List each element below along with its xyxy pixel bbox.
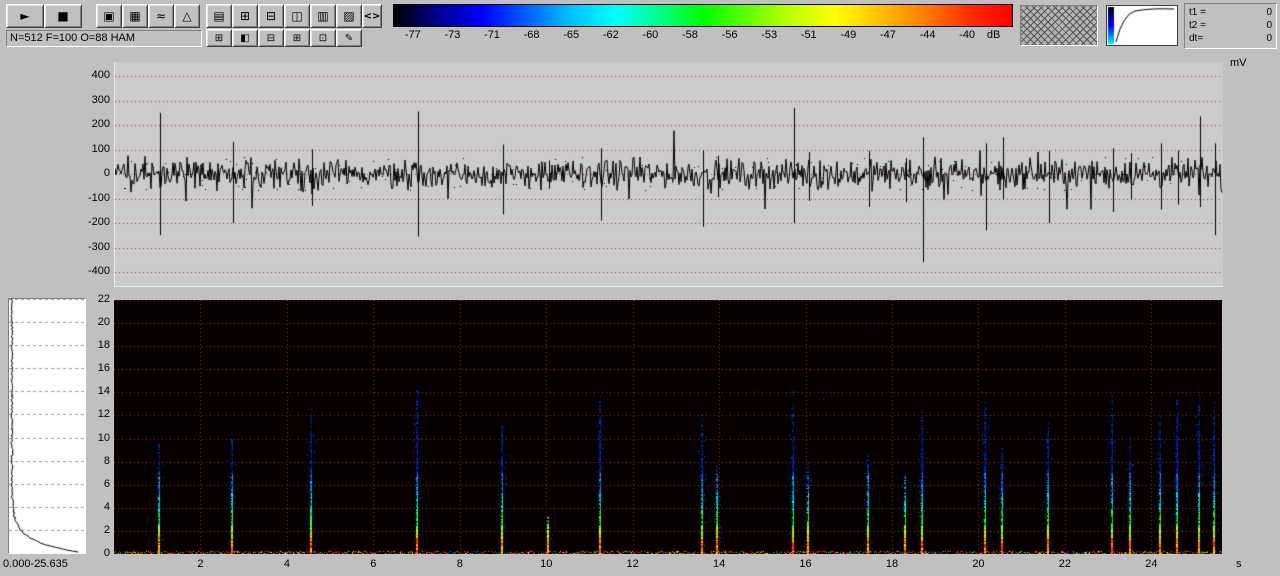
colorbar-tick: -71: [472, 29, 512, 41]
colorbar-tick: -53: [749, 29, 789, 41]
waveform-y-tick: -100: [64, 192, 110, 204]
open-file-button[interactable]: ▨: [336, 4, 362, 28]
time-readout-label: dt=: [1189, 32, 1203, 45]
waveform-y-tick: -200: [64, 216, 110, 228]
waveform-y-tick: 100: [64, 143, 110, 155]
spectrogram-y-tick: 6: [64, 478, 110, 490]
fft-settings-status: N=512 F=100 O=88 HAM: [6, 30, 202, 47]
spectrogram-y-tick: 14: [64, 385, 110, 397]
grid-layout-quad-button[interactable]: ⊞: [284, 29, 310, 47]
time-readout-value: 0: [1266, 19, 1272, 32]
colorbar-tick: -77: [393, 29, 433, 41]
time-readout-label: t2 =: [1189, 19, 1206, 32]
swap-channels-button[interactable]: <>: [362, 4, 382, 28]
colorbar-tick: -60: [631, 29, 671, 41]
save-button[interactable]: ▦: [122, 4, 148, 28]
waveform-y-tick: -300: [64, 241, 110, 253]
waveform-y-tick: 200: [64, 118, 110, 130]
time-readout-value: 0: [1266, 6, 1272, 19]
waveform-y-tick: 0: [64, 167, 110, 179]
spectrogram-y-tick: 20: [64, 316, 110, 328]
spectrogram-x-tick: 20: [966, 558, 990, 570]
spectrogram-y-tick: 2: [64, 524, 110, 536]
spectrogram-y-tick: 10: [64, 432, 110, 444]
spectrogram-x-tick: 12: [621, 558, 645, 570]
waveform-y-tick: 300: [64, 94, 110, 106]
time-readout-label: t1 =: [1189, 6, 1206, 19]
spectrogram-y-tick: 12: [64, 408, 110, 420]
vertical-split-button[interactable]: ◫: [284, 4, 310, 28]
spectrum-histogram-panel: [8, 298, 86, 554]
colorbar-tick: -51: [789, 29, 829, 41]
signal-view-button[interactable]: ≈: [148, 4, 174, 28]
spectrogram-y-tick: 18: [64, 339, 110, 351]
cascade-windows-button[interactable]: ▣: [96, 4, 122, 28]
colorbar-tick: -40: [947, 29, 987, 41]
time-range-label: 0.000-25.635: [3, 558, 68, 570]
spectrum-histogram-canvas: [9, 299, 85, 553]
grid-layout-bottom-button[interactable]: ⊟: [258, 29, 284, 47]
view-toolbar-group: ▤⊞⊟◫▥▨<>: [206, 4, 382, 28]
stop-button[interactable]: ■: [44, 4, 82, 28]
colorbar-tick: -58: [670, 29, 710, 41]
window-function-button[interactable]: △: [174, 4, 200, 28]
spectrogram-x-tick: 10: [534, 558, 558, 570]
grid-layout-full-button[interactable]: ⊞: [206, 29, 232, 47]
spectrogram-x-tick: 14: [707, 558, 731, 570]
colorbar-tick: -68: [512, 29, 552, 41]
colorbar-tick: -47: [868, 29, 908, 41]
colorbar-tick: -62: [591, 29, 631, 41]
grid-layout-left-button[interactable]: ◧: [232, 29, 258, 47]
spectrogram-y-tick: 22: [64, 293, 110, 305]
hatch-pattern-box: [1020, 5, 1098, 46]
transport-buttons: ►■: [6, 4, 82, 28]
edit-button[interactable]: ✎: [336, 29, 362, 47]
spectrogram-x-tick: 4: [275, 558, 299, 570]
colorbar-tick: -44: [908, 29, 948, 41]
spectrogram-y-tick: 0: [64, 547, 110, 559]
spectrogram-x-tick: 18: [880, 558, 904, 570]
colorbar-tick: -73: [433, 29, 473, 41]
spectrogram-y-tick: 16: [64, 362, 110, 374]
colorbar-tick-row: -77-73-71-68-65-62-60-58-56-53-51-49-47-…: [393, 29, 1013, 41]
colorbar-tick: -56: [710, 29, 750, 41]
layout-toolbar-group: ⊞◧⊟⊞⊡✎: [206, 29, 362, 47]
time-readout-panel: t1 = 0 t2 = 0 dt= 0: [1184, 3, 1277, 49]
horizontal-split-button[interactable]: ⊟: [258, 4, 284, 28]
transfer-curve-box: [1106, 5, 1178, 46]
report-view-button[interactable]: ▤: [206, 4, 232, 28]
spectrogram-unit-label: s: [1236, 558, 1242, 570]
colorbar-tick: -65: [551, 29, 591, 41]
spectrogram-x-tick: 6: [361, 558, 385, 570]
spectrogram-x-tick: 2: [188, 558, 212, 570]
waveform-y-tick: -400: [64, 265, 110, 277]
new-analysis-button[interactable]: ⊞: [232, 4, 258, 28]
print-button[interactable]: ▥: [310, 4, 336, 28]
file-toolbar-group: ▣▦≈△: [96, 4, 200, 28]
spectrogram-x-tick: 22: [1053, 558, 1077, 570]
spectrogram-x-tick: 8: [448, 558, 472, 570]
grid-layout-single-button[interactable]: ⊡: [310, 29, 336, 47]
spectrogram-y-tick: 4: [64, 501, 110, 513]
colorbar-gradient: [393, 4, 1013, 27]
waveform-y-tick: 400: [64, 69, 110, 81]
waveform-plot[interactable]: [114, 62, 1223, 287]
spectrogram-x-tick: 16: [794, 558, 818, 570]
colorbar-tick: -49: [829, 29, 869, 41]
spectrogram-y-tick: 8: [64, 455, 110, 467]
transfer-curve-canvas: [1107, 6, 1177, 45]
db-colorbar: -77-73-71-68-65-62-60-58-56-53-51-49-47-…: [393, 4, 1013, 41]
play-button[interactable]: ►: [6, 4, 44, 28]
time-readout-value: 0: [1266, 32, 1272, 45]
spectrogram-plot[interactable]: [114, 300, 1222, 554]
spectrogram-x-tick: 24: [1139, 558, 1163, 570]
colorbar-unit-label: dB: [987, 29, 1013, 41]
waveform-unit-label: mV: [1230, 57, 1247, 69]
